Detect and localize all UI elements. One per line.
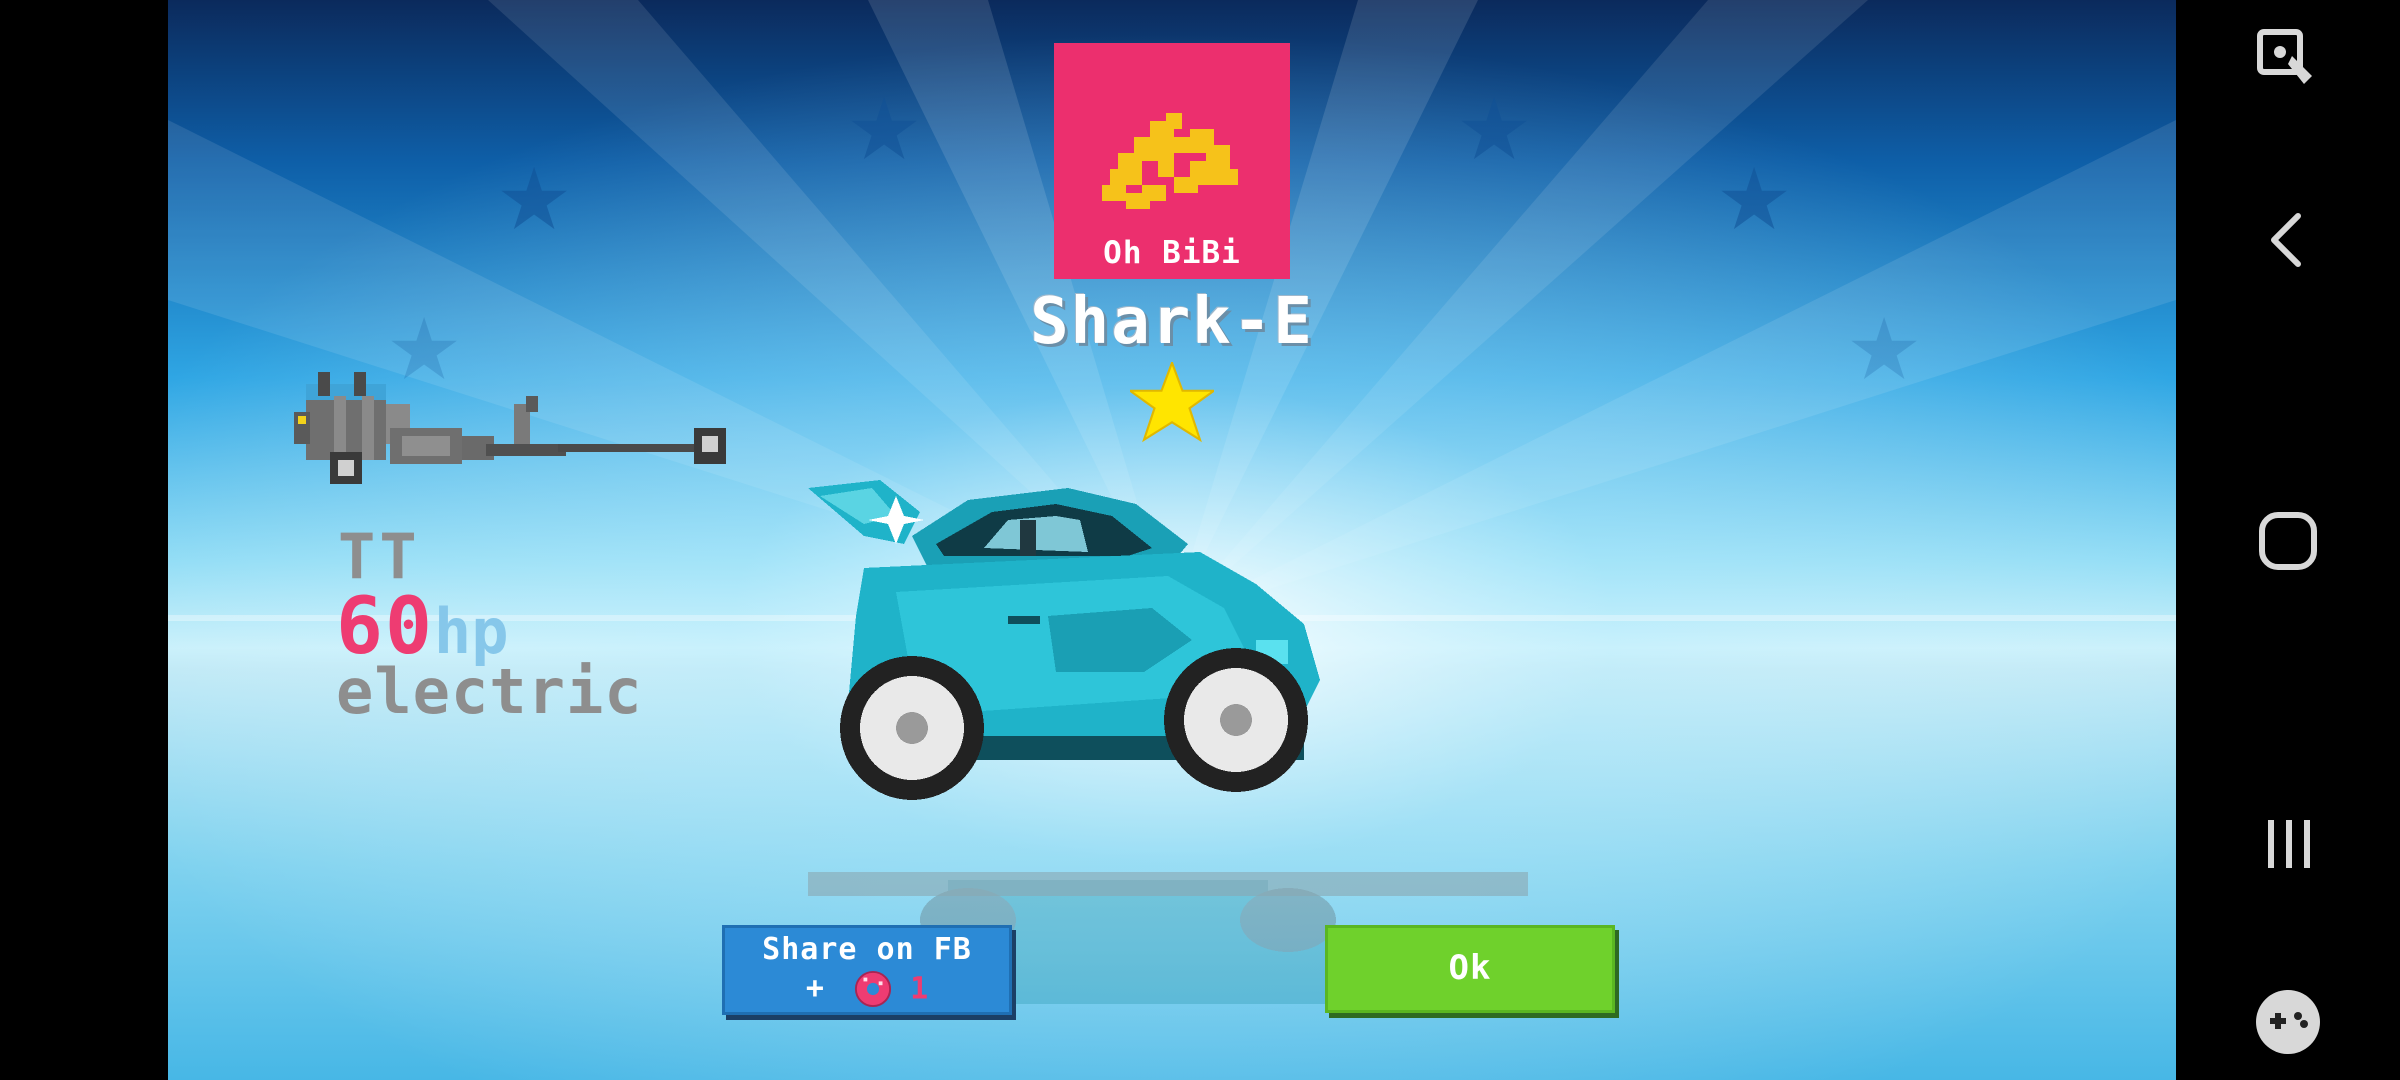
engine-icon: [294, 372, 726, 484]
sponsor-name: Oh BiBi: [1103, 235, 1241, 271]
ok-button[interactable]: Ok: [1325, 925, 1615, 1013]
background-star-icon: ★: [1458, 50, 1531, 189]
sponsor-logo-icon: [1102, 113, 1238, 209]
home-icon[interactable]: [2252, 505, 2324, 577]
background-star-icon: ★: [1718, 120, 1791, 259]
ok-button-label: Ok: [1448, 948, 1492, 988]
share-reward: + 1: [725, 970, 1009, 1008]
donut-icon: [854, 970, 892, 1008]
share-on-fb-button[interactable]: Share on FB + 1: [722, 925, 1012, 1015]
car-name: Shark-E: [1030, 285, 1314, 359]
screen: ★ ★ ★ ★ ★ ★ Oh BiBi Shark-E TT 60hp elec…: [0, 0, 2400, 1080]
share-button-label: Share on FB: [762, 932, 972, 967]
background-star-icon: ★: [848, 50, 921, 189]
rating-star-icon: [1130, 362, 1214, 443]
recents-icon[interactable]: [2252, 808, 2324, 880]
share-reward-plus: +: [805, 970, 824, 1006]
game-tools-icon[interactable]: [2252, 986, 2324, 1058]
screen-lock-icon[interactable]: [2252, 20, 2324, 92]
sponsor-card: Oh BiBi: [1054, 43, 1290, 279]
background-star-icon: ★: [498, 120, 571, 259]
back-icon[interactable]: [2252, 204, 2324, 276]
game-viewport: ★ ★ ★ ★ ★ ★ Oh BiBi Shark-E TT 60hp elec…: [168, 0, 2176, 1080]
share-reward-amount: 1: [910, 971, 929, 1007]
system-nav-bar: [2176, 0, 2400, 1080]
background-star-icon: ★: [1848, 270, 1921, 409]
fuel-type: electric: [336, 655, 643, 728]
